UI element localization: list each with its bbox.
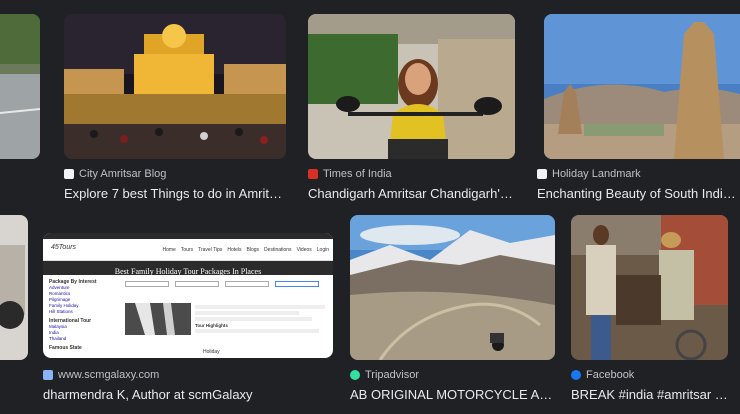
site-banner: Best Family Holiday Tour Packages In Pla… <box>43 261 333 276</box>
favicon-icon <box>43 370 53 380</box>
image-result-partial-left-bottom[interactable] <box>0 215 28 360</box>
thumbnail-street-scene[interactable] <box>571 215 728 360</box>
filter-select[interactable] <box>125 281 169 287</box>
nav-item[interactable]: Blogs <box>247 247 260 253</box>
nav-item[interactable]: Travel Tips <box>198 247 222 253</box>
source-name: www.scmgalaxy.com <box>58 369 160 381</box>
filter-select[interactable] <box>175 281 219 287</box>
result-source[interactable]: Tripadvisor <box>350 368 555 382</box>
thumbnail-golden-temple[interactable] <box>64 14 286 159</box>
thumbnail[interactable] <box>0 215 28 360</box>
result-title[interactable]: AB ORIGINAL MOTORCYCLE ADV... <box>350 387 555 402</box>
thumbnail-woman-on-motorbike[interactable] <box>308 14 515 159</box>
search-input[interactable] <box>275 281 319 287</box>
result-source[interactable]: City Amritsar Blog <box>64 167 286 181</box>
nav-item[interactable]: Tours <box>181 247 193 253</box>
thumbnail-south-india-temple[interactable] <box>544 14 740 159</box>
result-title[interactable]: Chandigarh Amritsar Chandigarh' BT... <box>308 186 515 201</box>
nav-item[interactable]: Hotels <box>227 247 241 253</box>
holiday-label: Holiday <box>203 349 220 355</box>
result-source[interactable]: Holiday Landmark <box>537 167 740 181</box>
result-source[interactable]: Times of India <box>308 167 515 181</box>
thumbnail[interactable] <box>0 14 40 159</box>
source-name: City Amritsar Blog <box>79 168 167 180</box>
source-name: Tripadvisor <box>365 369 419 381</box>
toi-favicon-icon <box>308 169 318 179</box>
sidebar-heading: Famous State <box>49 345 82 351</box>
sidebar-link[interactable]: Thailand <box>49 336 107 342</box>
result-title[interactable]: Enchanting Beauty of South India ... <box>537 186 740 201</box>
nav-item[interactable]: Destinations <box>264 247 292 253</box>
image-result-card[interactable]: Holiday Landmark Enchanting Beauty of So… <box>537 14 740 204</box>
result-title[interactable]: dharmendra K, Author at scmGalaxy <box>43 387 333 402</box>
nav-item[interactable]: Home <box>163 247 176 253</box>
image-result-card[interactable]: Tripadvisor AB ORIGINAL MOTORCYCLE ADV..… <box>350 215 555 405</box>
source-name: Holiday Landmark <box>552 168 641 180</box>
sidebar-link[interactable]: Hill Stations <box>49 309 107 315</box>
result-title[interactable]: BREAK #india #amritsar #... <box>571 387 731 402</box>
image-result-card[interactable]: 45Tours Home Tours Travel Tips Hotels Bl… <box>43 215 333 405</box>
result-source[interactable]: www.scmgalaxy.com <box>43 368 333 382</box>
tour-image <box>125 303 191 335</box>
image-result-card[interactable]: Facebook BREAK #india #amritsar #... <box>571 215 740 405</box>
thumbnail-website-screenshot[interactable]: 45Tours Home Tours Travel Tips Hotels Bl… <box>43 233 333 358</box>
thumbnail-mountain-road-motorcycle[interactable] <box>350 215 555 360</box>
image-result-partial-left-top[interactable] <box>0 14 40 159</box>
result-source[interactable]: Facebook <box>571 368 731 382</box>
image-result-card[interactable]: City Amritsar Blog Explore 7 best Things… <box>64 14 286 204</box>
nav-item[interactable]: Login <box>317 247 329 253</box>
source-name: Times of India <box>323 168 392 180</box>
facebook-favicon-icon <box>571 370 581 380</box>
favicon-icon <box>64 169 74 179</box>
source-name: Facebook <box>586 369 635 381</box>
filter-select[interactable] <box>225 281 269 287</box>
result-title[interactable]: Explore 7 best Things to do in Amritsar <box>64 186 286 201</box>
site-logo-icon: 45Tours <box>51 244 77 251</box>
image-result-card[interactable]: Times of India Chandigarh Amritsar Chand… <box>308 14 515 204</box>
favicon-icon <box>537 169 547 179</box>
tripadvisor-favicon-icon <box>350 370 360 380</box>
nav-item[interactable]: Videos <box>297 247 312 253</box>
